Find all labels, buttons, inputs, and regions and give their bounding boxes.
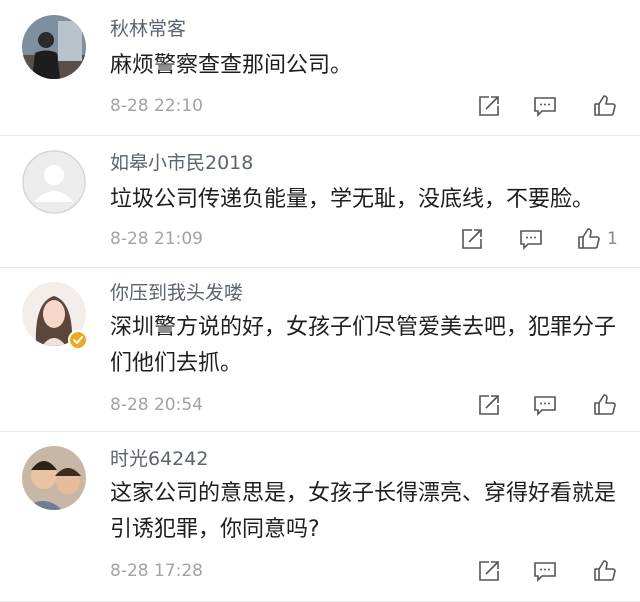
username[interactable]: 你压到我头发喽	[110, 278, 243, 305]
verified-badge-icon	[68, 330, 88, 350]
comment-text: 垃圾公司传递负能量，学无耻，没底线，不要脸。	[110, 187, 595, 212]
comment-text: 深圳警方说的好，女孩子们尽管爱美去吧，犯罪分子们他们去抓。	[110, 315, 617, 376]
thumbs-up-icon[interactable]	[592, 93, 618, 119]
comment-text: 这家公司的意思是，女孩子长得漂亮、穿得好看就是引诱犯罪，你同意吗?	[110, 481, 617, 542]
thumbs-up-icon[interactable]	[592, 392, 618, 418]
timestamp: 8-28 21:09	[110, 229, 203, 249]
share-icon[interactable]	[476, 392, 502, 418]
share-icon[interactable]	[476, 558, 502, 584]
comment-item: 时光64242 这家公司的意思是，女孩子长得漂亮、穿得好看就是引诱犯罪，你同意吗…	[0, 432, 640, 602]
comment-item: 秋林常客 麻烦警察查查那间公司。 8-28 22:10	[0, 0, 640, 136]
comment-icon[interactable]	[532, 93, 558, 119]
thumbs-up-icon[interactable]	[576, 226, 602, 252]
timestamp: 8-28 22:10	[110, 96, 203, 116]
comment-item: 如皋小市民2018 垃圾公司传递负能量，学无耻，没底线，不要脸。 8-28 21…	[0, 136, 640, 268]
username[interactable]: 秋林常客	[110, 14, 186, 41]
avatar[interactable]	[22, 150, 86, 214]
avatar[interactable]	[22, 446, 86, 510]
timestamp: 8-28 20:54	[110, 395, 203, 415]
username[interactable]: 如皋小市民2018	[110, 148, 253, 175]
timestamp: 8-28 17:28	[110, 561, 203, 581]
username[interactable]: 时光64242	[110, 444, 208, 471]
like-count: 1	[607, 229, 618, 249]
comment-icon[interactable]	[518, 226, 544, 252]
share-icon[interactable]	[459, 226, 485, 252]
share-icon[interactable]	[476, 93, 502, 119]
comment-text: 麻烦警察查查那间公司。	[110, 53, 353, 78]
comment-icon[interactable]	[532, 392, 558, 418]
comment-icon[interactable]	[532, 558, 558, 584]
thumbs-up-icon[interactable]	[592, 558, 618, 584]
comment-item: 你压到我头发喽 深圳警方说的好，女孩子们尽管爱美去吧，犯罪分子们他们去抓。 8-…	[0, 268, 640, 432]
avatar[interactable]	[22, 15, 86, 79]
